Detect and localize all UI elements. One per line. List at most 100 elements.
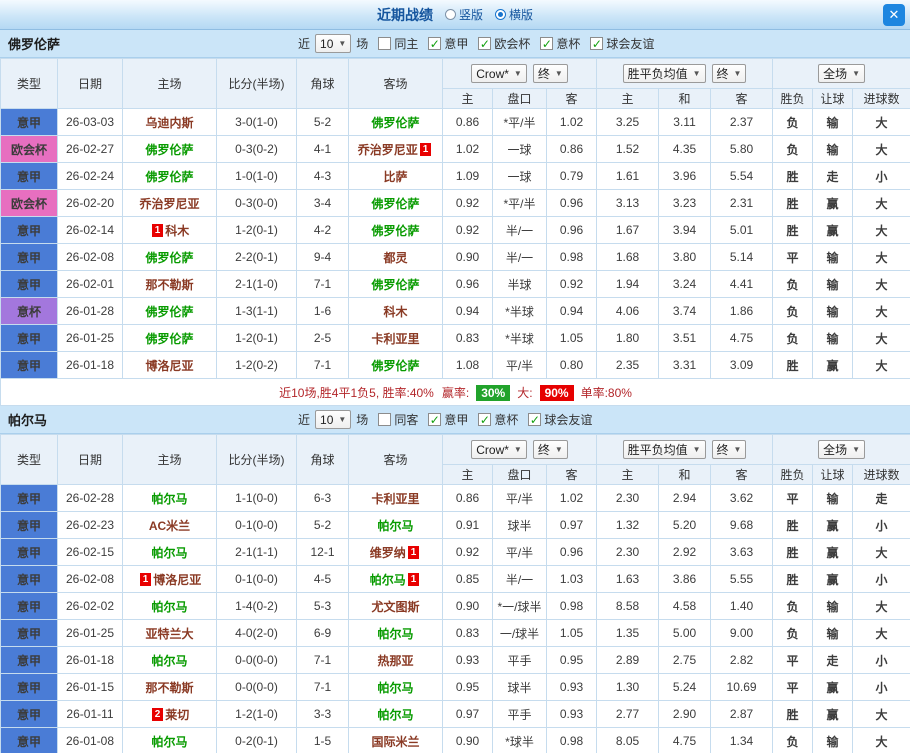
filter-checkbox-欧会杯[interactable]: 欧会杯 bbox=[478, 35, 530, 52]
odds-home: 3.13 bbox=[597, 190, 659, 217]
away-team-cell: 热那亚 bbox=[349, 647, 443, 674]
away-team-cell: 尤文图斯 bbox=[349, 593, 443, 620]
corner-score: 1-5 bbox=[297, 728, 349, 753]
odds-away: 10.69 bbox=[711, 674, 773, 701]
away-team-cell: 国际米兰 bbox=[349, 728, 443, 753]
checkbox-checked-icon bbox=[590, 37, 603, 50]
away-team-name: 热那亚 bbox=[377, 654, 413, 668]
odds-home: 3.25 bbox=[597, 109, 659, 136]
result-handicap: 输 bbox=[813, 593, 853, 620]
sub-col-header-4: 和 bbox=[659, 89, 711, 109]
result-handicap: 赢 bbox=[813, 512, 853, 539]
odds-company-select[interactable]: Crow*▼ bbox=[471, 440, 527, 459]
odds-home: 1.80 bbox=[597, 325, 659, 352]
odds-avg-select[interactable]: 胜平负均值▼ bbox=[623, 64, 706, 83]
checkbox-label: 意甲 bbox=[444, 35, 468, 52]
checkbox-checked-icon bbox=[428, 413, 441, 426]
select-value: 终 bbox=[538, 65, 550, 82]
result-handicap: 输 bbox=[813, 109, 853, 136]
odds-home: 1.30 bbox=[597, 674, 659, 701]
chevron-down-icon: ▼ bbox=[514, 445, 522, 454]
match-date: 26-02-20 bbox=[58, 190, 123, 217]
odds-draw: 3.96 bbox=[659, 163, 711, 190]
filter-suffix: 场 bbox=[356, 411, 368, 428]
win-rate-label: 赢率: bbox=[442, 386, 469, 400]
layout-radio-group: 竖版横版 bbox=[445, 6, 533, 23]
home-team-cell: 帕尔马 bbox=[123, 485, 217, 512]
home-team-name: 佛罗伦萨 bbox=[145, 143, 193, 157]
result-handicap: 赢 bbox=[813, 566, 853, 593]
odds-company-select[interactable]: Crow*▼ bbox=[471, 64, 527, 83]
filter-checkbox-意杯[interactable]: 意杯 bbox=[478, 411, 518, 428]
home-team-cell: 帕尔马 bbox=[123, 539, 217, 566]
odds-final-select[interactable]: 终▼ bbox=[712, 440, 747, 459]
odds-draw: 2.90 bbox=[659, 701, 711, 728]
odds-draw: 4.35 bbox=[659, 136, 711, 163]
match-row: 意甲26-01-25佛罗伦萨1-2(0-1)2-5卡利亚里0.83*半球1.05… bbox=[1, 325, 910, 352]
odds-final-select[interactable]: 终▼ bbox=[712, 64, 747, 83]
ah-home-odds: 0.90 bbox=[443, 244, 493, 271]
filter-checkbox-球会友谊[interactable]: 球会友谊 bbox=[528, 411, 592, 428]
odds-draw: 3.31 bbox=[659, 352, 711, 379]
home-team-cell: 帕尔马 bbox=[123, 647, 217, 674]
select-value: 胜平负均值 bbox=[628, 65, 688, 82]
chevron-down-icon: ▼ bbox=[514, 69, 522, 78]
odds-home: 2.77 bbox=[597, 701, 659, 728]
recent-count-select[interactable]: 10▼ bbox=[315, 410, 351, 429]
filter-checkbox-同主[interactable]: 同主 bbox=[378, 35, 418, 52]
sub-col-header-3: 主 bbox=[597, 89, 659, 109]
filter-checkbox-意甲[interactable]: 意甲 bbox=[428, 35, 468, 52]
layout-radio-横版[interactable]: 横版 bbox=[495, 6, 533, 23]
ah-home-odds: 0.91 bbox=[443, 512, 493, 539]
close-button[interactable]: ✕ bbox=[883, 4, 905, 26]
match-date: 26-01-25 bbox=[58, 620, 123, 647]
layout-radio-竖版[interactable]: 竖版 bbox=[445, 6, 483, 23]
match-row: 意甲26-02-24佛罗伦萨1-0(1-0)4-3比萨1.09一球0.791.6… bbox=[1, 163, 910, 190]
ah-away-odds: 1.03 bbox=[547, 566, 597, 593]
ah-final-select[interactable]: 终▼ bbox=[533, 64, 568, 83]
ah-home-odds: 1.02 bbox=[443, 136, 493, 163]
home-team-cell: 帕尔马 bbox=[123, 728, 217, 753]
ah-away-odds: 0.80 bbox=[547, 352, 597, 379]
away-team-name: 佛罗伦萨 bbox=[371, 359, 419, 373]
filter-checkbox-意甲[interactable]: 意甲 bbox=[428, 411, 468, 428]
select-value: 终 bbox=[717, 65, 729, 82]
odds-avg-select[interactable]: 胜平负均值▼ bbox=[623, 440, 706, 459]
result-handicap: 赢 bbox=[813, 190, 853, 217]
match-row: 意杯26-01-28佛罗伦萨1-3(1-1)1-6科木0.94*半球0.944.… bbox=[1, 298, 910, 325]
league-badge: 意甲 bbox=[1, 244, 58, 271]
ah-final-select[interactable]: 终▼ bbox=[533, 440, 568, 459]
home-team-cell: AC米兰 bbox=[123, 512, 217, 539]
league-badge: 意甲 bbox=[1, 728, 58, 753]
radio-label: 竖版 bbox=[459, 6, 483, 23]
away-team-cell: 乔治罗尼亚1 bbox=[349, 136, 443, 163]
home-team-cell: 博洛尼亚 bbox=[123, 352, 217, 379]
odds-draw: 3.23 bbox=[659, 190, 711, 217]
corner-score: 4-1 bbox=[297, 136, 349, 163]
league-badge: 意甲 bbox=[1, 271, 58, 298]
match-date: 26-02-28 bbox=[58, 485, 123, 512]
scope-select[interactable]: 全场▼ bbox=[818, 440, 865, 459]
sub-col-header-6: 胜负 bbox=[773, 89, 813, 109]
odds-away: 2.31 bbox=[711, 190, 773, 217]
away-team-cell: 佛罗伦萨 bbox=[349, 109, 443, 136]
filter-checkbox-同客[interactable]: 同客 bbox=[378, 411, 418, 428]
scope-select[interactable]: 全场▼ bbox=[818, 64, 865, 83]
col-header-5: 客场 bbox=[349, 59, 443, 109]
ah-handicap: *半球 bbox=[493, 298, 547, 325]
match-row: 意甲26-02-28帕尔马1-1(0-0)6-3卡利亚里0.86平/半1.022… bbox=[1, 485, 910, 512]
match-row: 意甲26-01-18帕尔马0-0(0-0)7-1热那亚0.93平手0.952.8… bbox=[1, 647, 910, 674]
ah-handicap: 一球 bbox=[493, 163, 547, 190]
odds-draw: 2.94 bbox=[659, 485, 711, 512]
ah-home-odds: 0.83 bbox=[443, 325, 493, 352]
away-team-name: 乔治罗尼亚 bbox=[358, 143, 418, 157]
result-group-header: 全场▼ bbox=[773, 59, 910, 89]
filter-checkbox-球会友谊[interactable]: 球会友谊 bbox=[590, 35, 654, 52]
red-card-badge: 2 bbox=[152, 708, 164, 721]
odds-home: 1.94 bbox=[597, 271, 659, 298]
filter-checkbox-意杯[interactable]: 意杯 bbox=[540, 35, 580, 52]
score: 0-3(0-0) bbox=[217, 190, 297, 217]
home-team-cell: 佛罗伦萨 bbox=[123, 163, 217, 190]
recent-count-select[interactable]: 10▼ bbox=[315, 34, 351, 53]
home-team-cell: 佛罗伦萨 bbox=[123, 244, 217, 271]
